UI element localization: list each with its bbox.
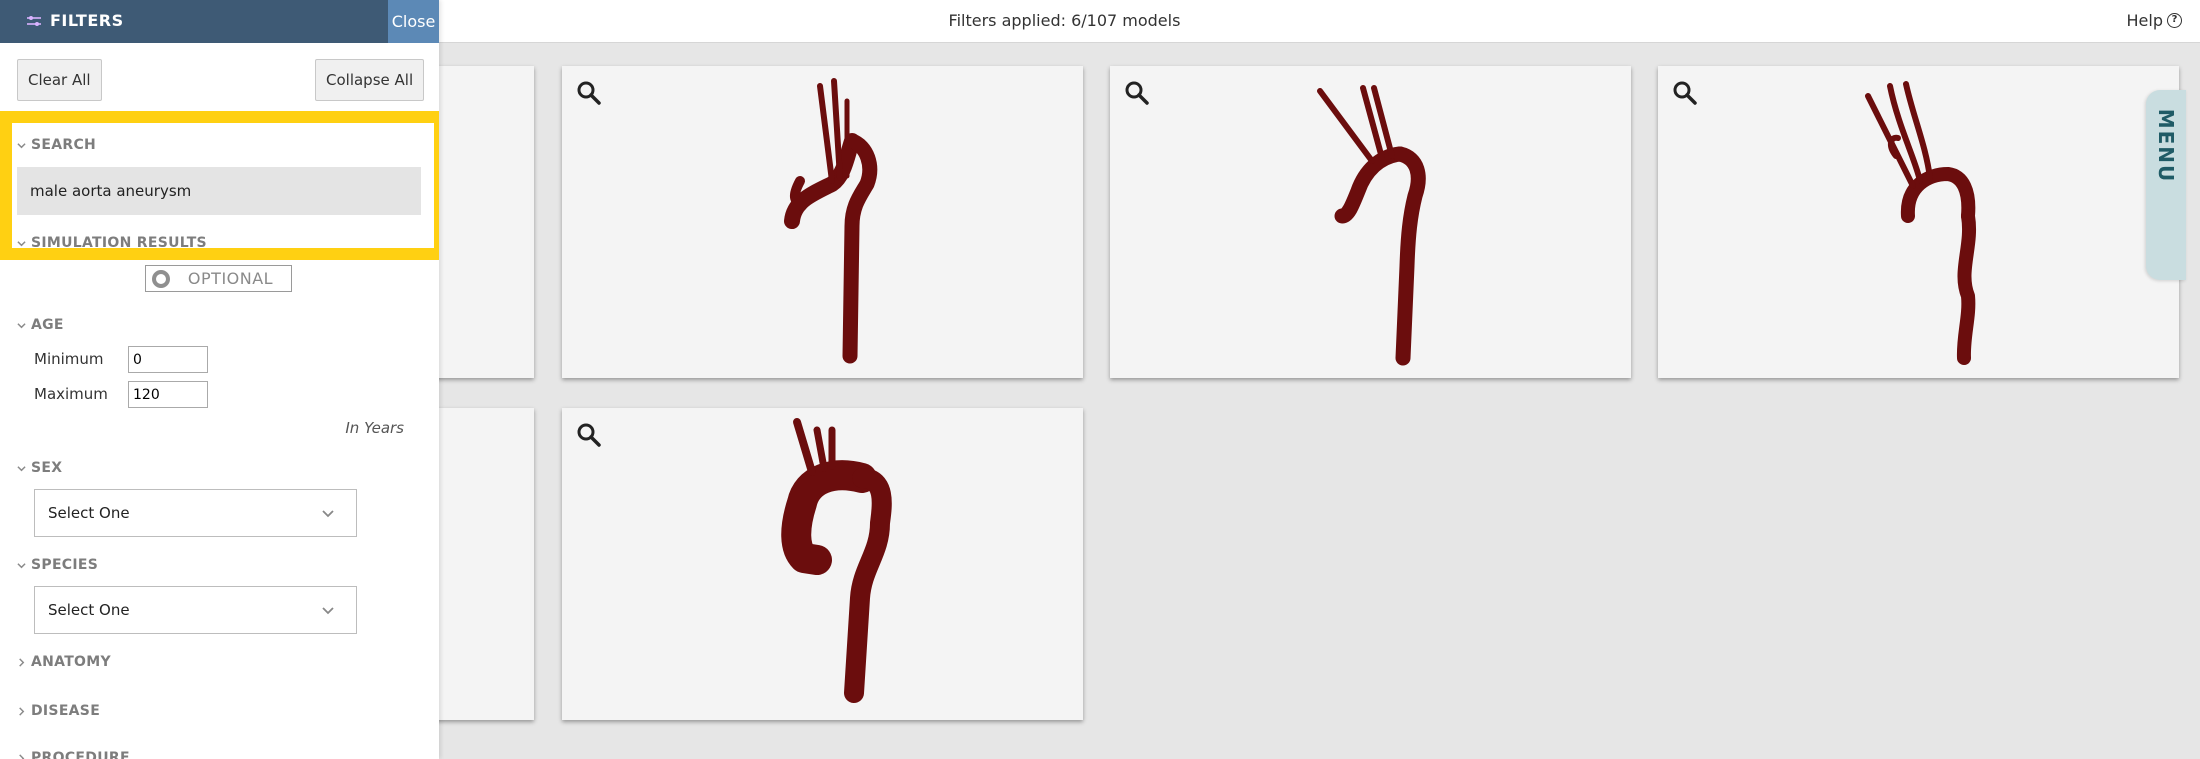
section-disease[interactable]: DISEASE (17, 703, 100, 719)
age-unit-label: In Years (345, 419, 404, 437)
section-simulation-results[interactable]: SIMULATION RESULTS (17, 235, 207, 251)
aorta-model-image (781, 418, 892, 703)
clear-all-button[interactable]: Clear All (17, 59, 102, 101)
chevron-down-icon (322, 607, 334, 615)
aorta-model-image (784, 78, 878, 364)
species-select-value: Select One (48, 601, 130, 619)
sliders-icon (27, 15, 41, 26)
section-sex[interactable]: SEX (17, 460, 62, 476)
toggle-knob (152, 269, 170, 288)
chevron-down-icon (322, 510, 334, 518)
chevron-down-icon (17, 562, 26, 568)
sidebar-title: FILTERS (26, 11, 124, 30)
section-procedure[interactable]: PROCEDURE (17, 750, 130, 759)
chevron-down-icon (17, 142, 26, 148)
sex-select[interactable]: Select One (34, 489, 357, 537)
age-minimum-label: Minimum (34, 350, 104, 368)
section-disease-label: DISEASE (31, 703, 101, 719)
sidebar-title-text: FILTERS (50, 11, 124, 30)
chevron-down-icon (17, 322, 26, 328)
model-card[interactable] (562, 66, 1083, 378)
section-search[interactable]: SEARCH (17, 137, 96, 153)
section-age-label: AGE (31, 317, 64, 333)
menu-tab[interactable]: MENU (2146, 90, 2186, 280)
age-minimum-input[interactable] (128, 346, 208, 373)
model-card[interactable] (1110, 66, 1631, 378)
toggle-label: OPTIONAL (187, 269, 274, 288)
model-card[interactable] (1658, 66, 2179, 378)
species-select[interactable]: Select One (34, 586, 357, 634)
section-simulation-label: SIMULATION RESULTS (31, 235, 207, 251)
help-link[interactable]: Help ? (2127, 11, 2182, 30)
aorta-model-image (1317, 85, 1426, 366)
section-sex-label: SEX (31, 460, 63, 476)
section-anatomy[interactable]: ANATOMY (17, 654, 111, 670)
model-card[interactable] (562, 408, 1083, 720)
section-species-label: SPECIES (31, 557, 99, 573)
chevron-right-icon (19, 706, 25, 716)
collapse-all-button[interactable]: Collapse All (315, 59, 425, 101)
filters-sidebar: FILTERS Close Clear All Collapse All SEA… (0, 0, 439, 759)
section-species[interactable]: SPECIES (17, 557, 98, 573)
aorta-model-image (1865, 81, 1976, 365)
age-maximum-label: Maximum (34, 385, 108, 403)
section-anatomy-label: ANATOMY (31, 654, 111, 670)
section-age[interactable]: AGE (17, 317, 64, 333)
search-input[interactable] (17, 167, 421, 215)
section-search-label: SEARCH (31, 137, 97, 153)
chevron-down-icon (17, 465, 26, 471)
age-maximum-input[interactable] (128, 381, 208, 408)
chevron-right-icon (19, 657, 25, 667)
question-circle-icon: ? (2167, 13, 2182, 28)
chevron-down-icon (17, 240, 26, 246)
optional-toggle[interactable]: OPTIONAL (145, 265, 292, 292)
sidebar-header: FILTERS Close (0, 0, 439, 43)
close-button[interactable]: Close (388, 0, 439, 43)
help-label: Help (2126, 11, 2163, 30)
chevron-right-icon (19, 753, 25, 759)
menu-tab-label: MENU (2154, 108, 2178, 184)
section-procedure-label: PROCEDURE (31, 750, 130, 759)
sex-select-value: Select One (48, 504, 130, 522)
